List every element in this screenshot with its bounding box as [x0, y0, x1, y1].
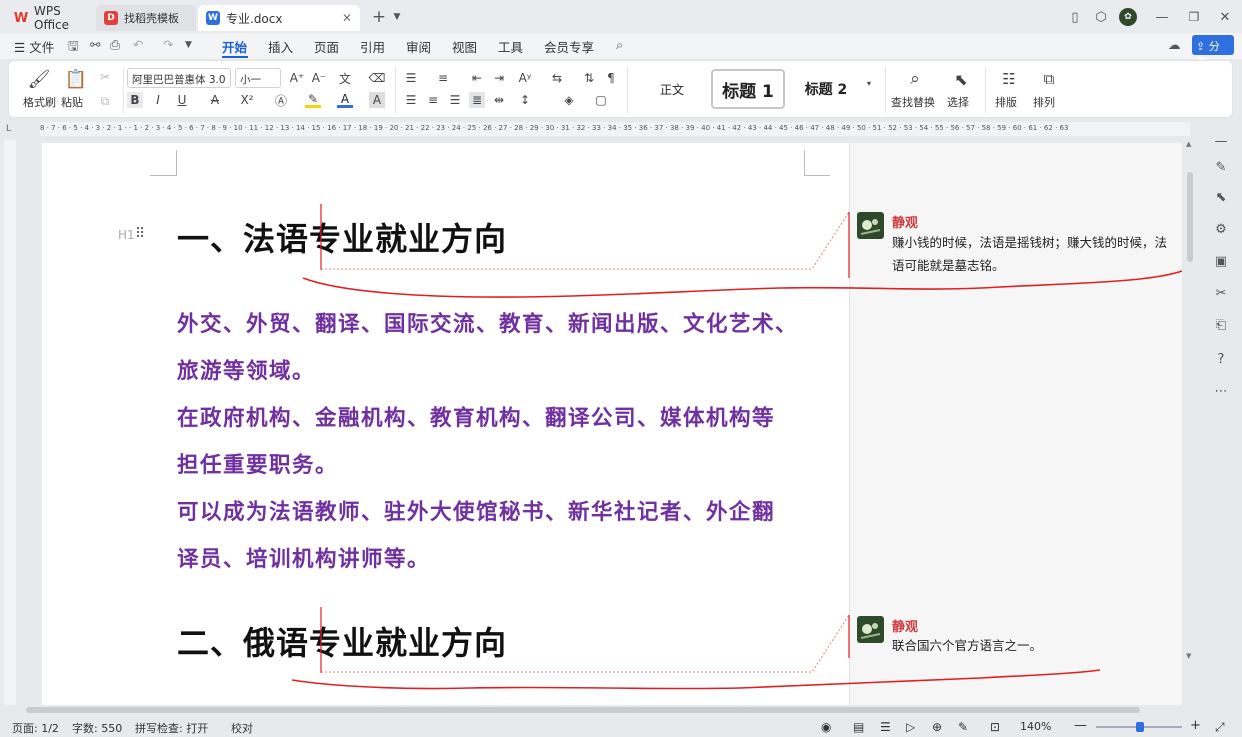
comment-author: 静观	[892, 620, 919, 635]
zoom-in-icon[interactable]: +	[1190, 718, 1201, 733]
cursor-icon[interactable]: ⬉	[1212, 188, 1230, 206]
page-indicator[interactable]: 页面: 1/2	[12, 720, 59, 736]
more-icon[interactable]: ⋯	[1212, 382, 1230, 400]
scroll-thumb[interactable]	[1187, 172, 1193, 262]
proofread[interactable]: 校对	[231, 720, 253, 736]
eye-icon[interactable]: ◉	[821, 720, 831, 734]
comment-connectors	[291, 204, 1183, 690]
comment-author: 静观	[892, 216, 919, 231]
hand-drawn-underline	[291, 669, 1101, 690]
comment-text[interactable]: 赚小钱的时候，法语是摇钱树；赚大钱的时候，法	[892, 232, 1167, 254]
word-count[interactable]: 字数: 550	[72, 720, 122, 736]
side-panel: — ✎ ⬉ ⚙ ▣ ✂ ⎗ ? ⋯	[1200, 122, 1242, 712]
tools-icon[interactable]: ✂	[1212, 284, 1230, 302]
scroll-thumb[interactable]	[26, 707, 1140, 713]
status-bar: 页面: 1/2 字数: 550 拼写检查: 打开 校对 ◉ ▤ ☰ ▷ ⊕ ✎ …	[0, 716, 1242, 737]
hand-drawn-underline	[302, 270, 1183, 298]
help-icon[interactable]: ?	[1212, 350, 1230, 368]
web-view-icon[interactable]: ⊕	[932, 720, 942, 734]
pen-icon[interactable]: ✎	[1212, 158, 1230, 176]
comment-connector	[321, 614, 850, 673]
collapse-panel-icon[interactable]: —	[1212, 132, 1230, 150]
fit-page-icon[interactable]: ⊡	[990, 720, 1000, 734]
zoom-out-icon[interactable]: —	[1074, 718, 1087, 733]
comment-avatar[interactable]	[857, 212, 884, 239]
settings-sliders-icon[interactable]: ⚙	[1212, 220, 1230, 238]
scroll-up-icon[interactable]: ▲	[1186, 140, 1191, 148]
zoom-slider-handle[interactable]	[1136, 722, 1144, 732]
zoom-level[interactable]: 140%	[1020, 720, 1051, 733]
comment-text[interactable]: 语可能就是墓志铭。	[892, 255, 1005, 277]
fullscreen-icon[interactable]: ⤢	[1215, 720, 1225, 735]
image-icon[interactable]: ▣	[1212, 252, 1230, 270]
play-icon[interactable]: ▷	[906, 720, 915, 734]
outline-view-icon[interactable]: ☰	[880, 720, 891, 734]
page-view-icon[interactable]: ▤	[853, 720, 864, 734]
book-icon[interactable]: ⎗	[1212, 316, 1230, 334]
comment-avatar[interactable]	[857, 616, 884, 643]
comment-text[interactable]: 联合国六个官方语言之一。	[892, 635, 1042, 657]
spell-check[interactable]: 拼写检查: 打开	[135, 720, 208, 736]
edit-icon[interactable]: ✎	[958, 720, 968, 734]
scroll-down-icon[interactable]: ▼	[1186, 652, 1191, 660]
horizontal-scrollbar[interactable]	[20, 706, 1180, 714]
vertical-scrollbar[interactable]: ▲ ▼	[1185, 140, 1195, 705]
comment-connector	[321, 211, 850, 270]
